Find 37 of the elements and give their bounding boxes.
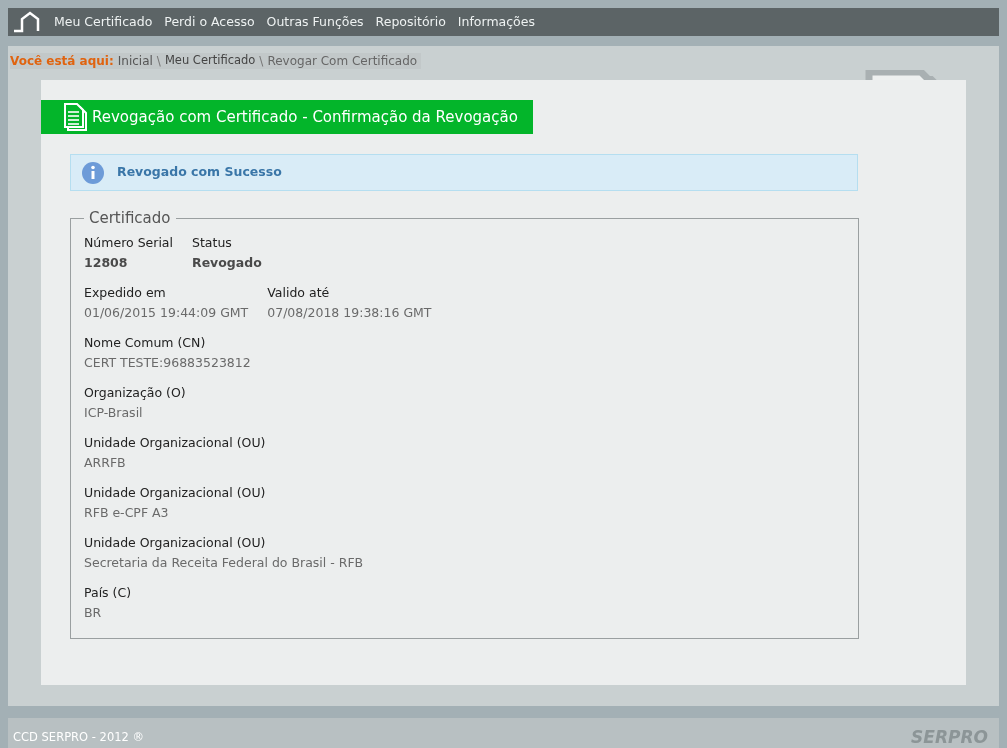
nav-link[interactable]: Perdi o Acesso — [164, 12, 255, 32]
breadcrumb-label: Você está aqui: — [10, 53, 114, 70]
field-value: 07/08/2018 19:38:16 GMT — [267, 303, 432, 321]
field-value: Revogado — [192, 253, 262, 271]
nav-link[interactable]: Meu Certificado — [54, 12, 153, 32]
nav-link[interactable]: Informações — [457, 12, 535, 32]
field-label: Organização (O) — [84, 383, 186, 401]
page-title: Revogação com Certificado - Confirmação da Revogação — [92, 106, 518, 128]
breadcrumb-separator: \ — [259, 53, 264, 70]
field-value: 01/06/2015 19:44:09 GMT — [84, 303, 249, 321]
field-value: CERT TESTE:96883523812 — [84, 353, 251, 371]
breadcrumb-link[interactable]: Meu Certificado — [164, 52, 256, 70]
field-label: Unidade Organizacional (OU) — [84, 533, 267, 551]
field-label: Expedido em — [84, 283, 167, 301]
nav-link[interactable]: Repositório — [375, 12, 446, 32]
field-value: RFB e-CPF A3 — [84, 503, 170, 521]
info-icon — [81, 160, 105, 185]
breadcrumb-link[interactable]: Revogar Com Certificado — [267, 52, 418, 70]
field-label: Unidade Organizacional (OU) — [84, 483, 266, 501]
field-label: Nome Comum (CN) — [84, 333, 207, 351]
success-message: Revogado com Sucesso — [117, 163, 282, 182]
nav-link[interactable]: Outras Funções — [266, 12, 364, 32]
field-value: ARRFB — [84, 453, 127, 471]
field-label: Unidade Organizacional (OU) — [84, 433, 266, 451]
field-label: Status — [192, 233, 233, 251]
field-value: 12808 — [84, 253, 129, 271]
field-value: BR — [84, 603, 103, 621]
field-value: Secretaria da Receita Federal do Brasil - RFB — [84, 553, 364, 571]
breadcrumb-link[interactable]: Inicial — [117, 52, 153, 70]
field-label: Número Serial — [84, 233, 173, 251]
home-icon[interactable] — [12, 11, 42, 33]
certificate-legend: Certificado — [84, 207, 176, 230]
breadcrumb-separator: \ — [156, 53, 161, 70]
field-label: Valido até — [267, 283, 331, 301]
field-value: ICP-Brasil — [84, 403, 144, 421]
footer-copyright: CCD SERPRO - 2012 ® — [13, 729, 144, 747]
field-label: País (C) — [84, 583, 132, 601]
